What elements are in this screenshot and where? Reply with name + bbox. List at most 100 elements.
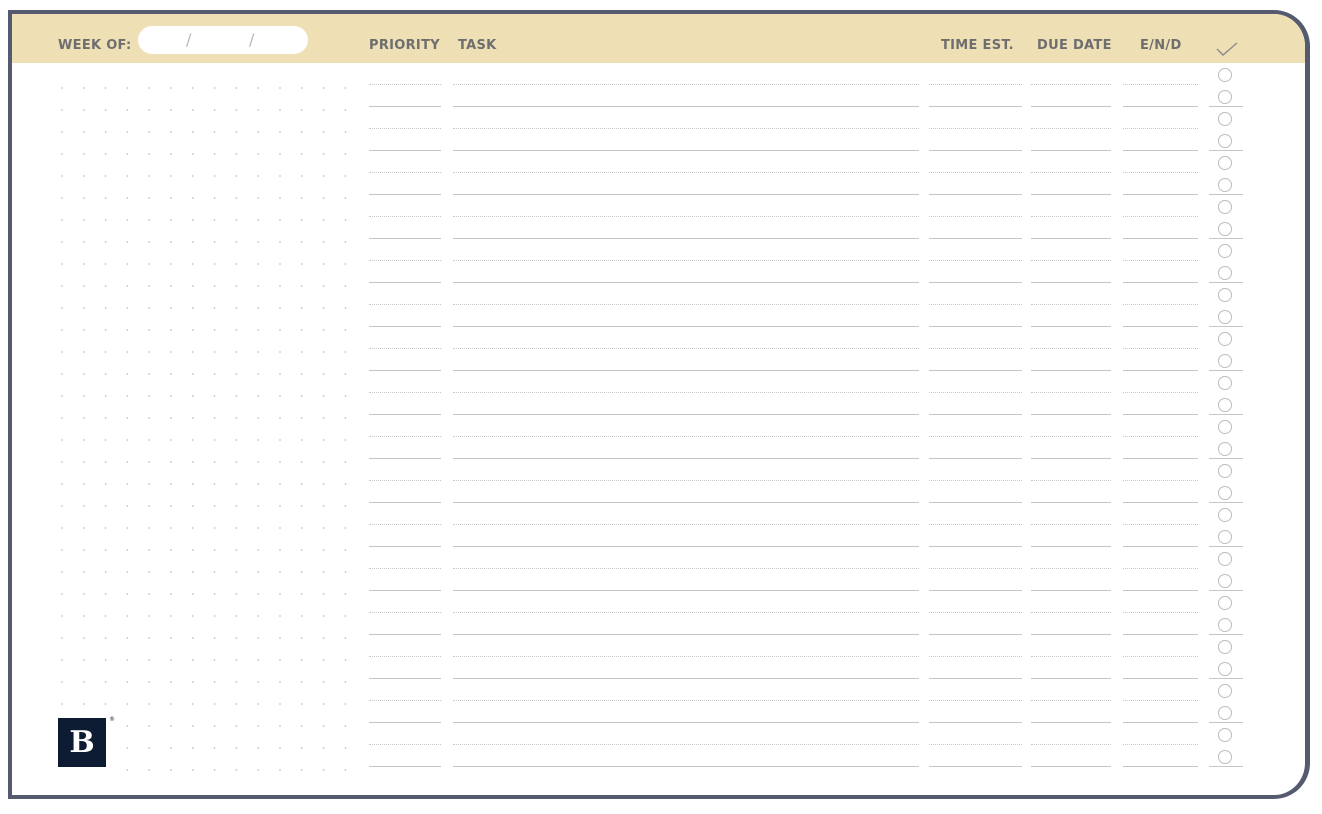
done-checkbox[interactable]	[1218, 244, 1232, 258]
entry-guide-line	[1031, 216, 1111, 217]
entry-guide-line	[1031, 392, 1111, 393]
entry-line	[1031, 766, 1111, 767]
entry-guide-line	[1031, 568, 1111, 569]
done-checkbox[interactable]	[1218, 508, 1232, 522]
done-checkbox[interactable]	[1218, 332, 1232, 346]
entry-guide-line	[929, 612, 1022, 613]
entry-guide-line	[369, 84, 441, 85]
done-checkbox[interactable]	[1218, 398, 1232, 412]
done-checkbox[interactable]	[1218, 354, 1232, 368]
checkbox-line	[1209, 370, 1243, 371]
done-checkbox[interactable]	[1218, 156, 1232, 170]
done-checkbox[interactable]	[1218, 200, 1232, 214]
entry-guide-line	[453, 128, 919, 129]
entry-guide-line	[453, 84, 919, 85]
done-checkbox[interactable]	[1218, 750, 1232, 764]
done-checkbox[interactable]	[1218, 684, 1232, 698]
entry-line	[1123, 502, 1198, 503]
entry-guide-line	[369, 128, 441, 129]
done-checkbox[interactable]	[1218, 464, 1232, 478]
done-checkbox[interactable]	[1218, 596, 1232, 610]
done-checkbox[interactable]	[1218, 178, 1232, 192]
done-checkbox[interactable]	[1218, 618, 1232, 632]
done-checkbox[interactable]	[1218, 266, 1232, 280]
entry-guide-line	[453, 172, 919, 173]
entry-line	[453, 766, 919, 767]
done-checkbox[interactable]	[1218, 662, 1232, 676]
entry-line	[929, 678, 1022, 679]
entry-guide-line	[1031, 524, 1111, 525]
done-checkbox[interactable]	[1218, 222, 1232, 236]
entry-guide-line	[1123, 612, 1198, 613]
entry-guide-line	[1123, 128, 1198, 129]
entry-guide-line	[929, 216, 1022, 217]
done-checkbox[interactable]	[1218, 640, 1232, 654]
entry-line	[369, 546, 441, 547]
entry-guide-line	[1123, 656, 1198, 657]
done-checkbox[interactable]	[1218, 574, 1232, 588]
entry-line	[453, 590, 919, 591]
task-rows	[12, 14, 1305, 795]
entry-line	[929, 502, 1022, 503]
done-checkbox[interactable]	[1218, 288, 1232, 302]
entry-line	[929, 238, 1022, 239]
entry-line	[453, 502, 919, 503]
entry-guide-line	[929, 436, 1022, 437]
entry-guide-line	[369, 480, 441, 481]
planner-page: WEEK OF: / / PRIORITY TASK TIME EST. DUE…	[8, 10, 1310, 799]
entry-line	[369, 414, 441, 415]
entry-line	[369, 458, 441, 459]
entry-guide-line	[1031, 172, 1111, 173]
done-checkbox[interactable]	[1218, 112, 1232, 126]
entry-line	[369, 326, 441, 327]
entry-guide-line	[929, 744, 1022, 745]
entry-line	[1031, 150, 1111, 151]
entry-guide-line	[453, 744, 919, 745]
done-checkbox[interactable]	[1218, 68, 1232, 82]
done-checkbox[interactable]	[1218, 530, 1232, 544]
entry-guide-line	[369, 744, 441, 745]
entry-guide-line	[1123, 348, 1198, 349]
entry-line	[1031, 282, 1111, 283]
done-checkbox[interactable]	[1218, 90, 1232, 104]
entry-line	[929, 326, 1022, 327]
entry-line	[369, 370, 441, 371]
entry-guide-line	[1123, 524, 1198, 525]
checkbox-line	[1209, 678, 1243, 679]
checkbox-line	[1209, 326, 1243, 327]
entry-line	[453, 370, 919, 371]
entry-line	[929, 546, 1022, 547]
entry-guide-line	[369, 568, 441, 569]
done-checkbox[interactable]	[1218, 706, 1232, 720]
entry-line	[929, 458, 1022, 459]
done-checkbox[interactable]	[1218, 376, 1232, 390]
entry-line	[453, 150, 919, 151]
entry-line	[929, 414, 1022, 415]
entry-guide-line	[1031, 304, 1111, 305]
entry-line	[1031, 326, 1111, 327]
entry-line	[1031, 546, 1111, 547]
entry-guide-line	[453, 392, 919, 393]
entry-line	[453, 106, 919, 107]
done-checkbox[interactable]	[1218, 134, 1232, 148]
entry-guide-line	[929, 656, 1022, 657]
done-checkbox[interactable]	[1218, 486, 1232, 500]
done-checkbox[interactable]	[1218, 552, 1232, 566]
entry-line	[369, 634, 441, 635]
checkbox-line	[1209, 238, 1243, 239]
entry-guide-line	[1123, 172, 1198, 173]
entry-guide-line	[929, 348, 1022, 349]
done-checkbox[interactable]	[1218, 728, 1232, 742]
done-checkbox[interactable]	[1218, 442, 1232, 456]
entry-line	[1031, 370, 1111, 371]
entry-guide-line	[369, 612, 441, 613]
entry-guide-line	[929, 700, 1022, 701]
done-checkbox[interactable]	[1218, 310, 1232, 324]
entry-line	[369, 238, 441, 239]
entry-guide-line	[369, 656, 441, 657]
entry-guide-line	[1031, 348, 1111, 349]
entry-line	[1123, 370, 1198, 371]
entry-line	[369, 194, 441, 195]
entry-line	[369, 722, 441, 723]
done-checkbox[interactable]	[1218, 420, 1232, 434]
